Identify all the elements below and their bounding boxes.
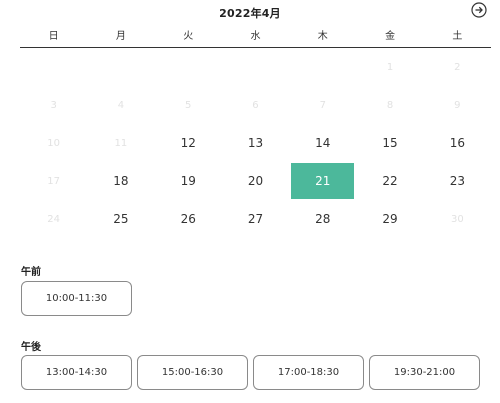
weekday-label: 木	[317, 31, 328, 42]
calendar-day: 5	[185, 99, 192, 111]
calendar-empty-cell	[222, 48, 289, 86]
reservation-calendar: 2022年4月 日月火水木金土 1 2 3 4 5 6 7 8 9 10 11 12 13 14 15 16 1…	[0, 0, 500, 403]
time-slot-button[interactable]: 15:00-16:30	[137, 355, 248, 390]
calendar-day[interactable]: 22	[356, 162, 423, 200]
time-slot-button[interactable]: 10:00-11:30	[21, 281, 132, 316]
month-title: 2022年4月	[219, 7, 281, 20]
calendar-header: 2022年4月	[0, 0, 500, 26]
calendar-day: 10	[47, 137, 60, 149]
time-slot-button[interactable]: 19:30-21:00	[369, 355, 480, 390]
calendar-day[interactable]: 20	[222, 162, 289, 200]
calendar-day[interactable]: 12	[155, 124, 222, 162]
calendar-day: 17	[47, 175, 60, 187]
calendar-day: 4	[117, 99, 125, 111]
calendar-days-grid: 1 2 3 4 5 6 7 8 9 10 11 12 13 14 15 16 17 18 19 20 21 22 23 24 2…	[20, 48, 491, 238]
calendar-empty-cell	[155, 48, 222, 86]
calendar-day[interactable]: 23	[424, 162, 491, 200]
weekday-label: 火	[183, 31, 194, 42]
calendar-empty-cell	[289, 48, 356, 86]
arrow-right-circle-icon	[471, 2, 487, 18]
calendar-day: 7	[319, 99, 326, 111]
weekday-label: 金	[385, 31, 396, 42]
calendar-day: 24	[47, 213, 60, 225]
calendar-day: 2	[454, 61, 461, 73]
calendar-day[interactable]: 14	[289, 124, 356, 162]
morning-slots: 10:00-11:30	[21, 281, 132, 316]
calendar-day[interactable]: 16	[424, 124, 491, 162]
calendar-day[interactable]: 19	[155, 162, 222, 200]
calendar-day: 11	[114, 137, 128, 149]
calendar-day: 30	[450, 213, 464, 225]
calendar-day-selected[interactable]: 21	[291, 163, 355, 199]
calendar-empty-cell	[20, 48, 87, 86]
calendar-day[interactable]: 27	[222, 200, 289, 238]
time-slot-button[interactable]: 17:00-18:30	[253, 355, 364, 390]
calendar-day: 8	[386, 99, 394, 111]
next-month-button[interactable]	[471, 2, 487, 18]
calendar-day[interactable]: 13	[222, 124, 289, 162]
weekday-label: 日	[48, 31, 59, 42]
weekday-header-row: 日月火水木金土	[20, 26, 491, 48]
calendar-day: 1	[386, 61, 394, 73]
afternoon-section-label: 午後	[21, 342, 41, 353]
calendar-day[interactable]: 18	[87, 162, 154, 200]
morning-section-label: 午前	[21, 267, 41, 278]
calendar-day[interactable]: 26	[155, 200, 222, 238]
calendar-day[interactable]: 25	[87, 200, 154, 238]
calendar-empty-cell	[87, 48, 154, 86]
weekday-label: 土	[452, 31, 463, 42]
calendar-day[interactable]: 28	[289, 200, 356, 238]
calendar-day[interactable]: 29	[356, 200, 423, 238]
calendar-day[interactable]: 15	[356, 124, 423, 162]
weekday-label: 月	[115, 31, 126, 42]
calendar-day: 6	[252, 99, 259, 111]
weekday-label: 水	[250, 31, 261, 42]
calendar-day: 3	[50, 99, 57, 111]
calendar-day: 9	[454, 99, 461, 111]
time-slot-button[interactable]: 13:00-14:30	[21, 355, 132, 390]
afternoon-slots: 13:00-14:30 15:00-16:30 17:00-18:30 19:30-2…	[21, 355, 480, 390]
